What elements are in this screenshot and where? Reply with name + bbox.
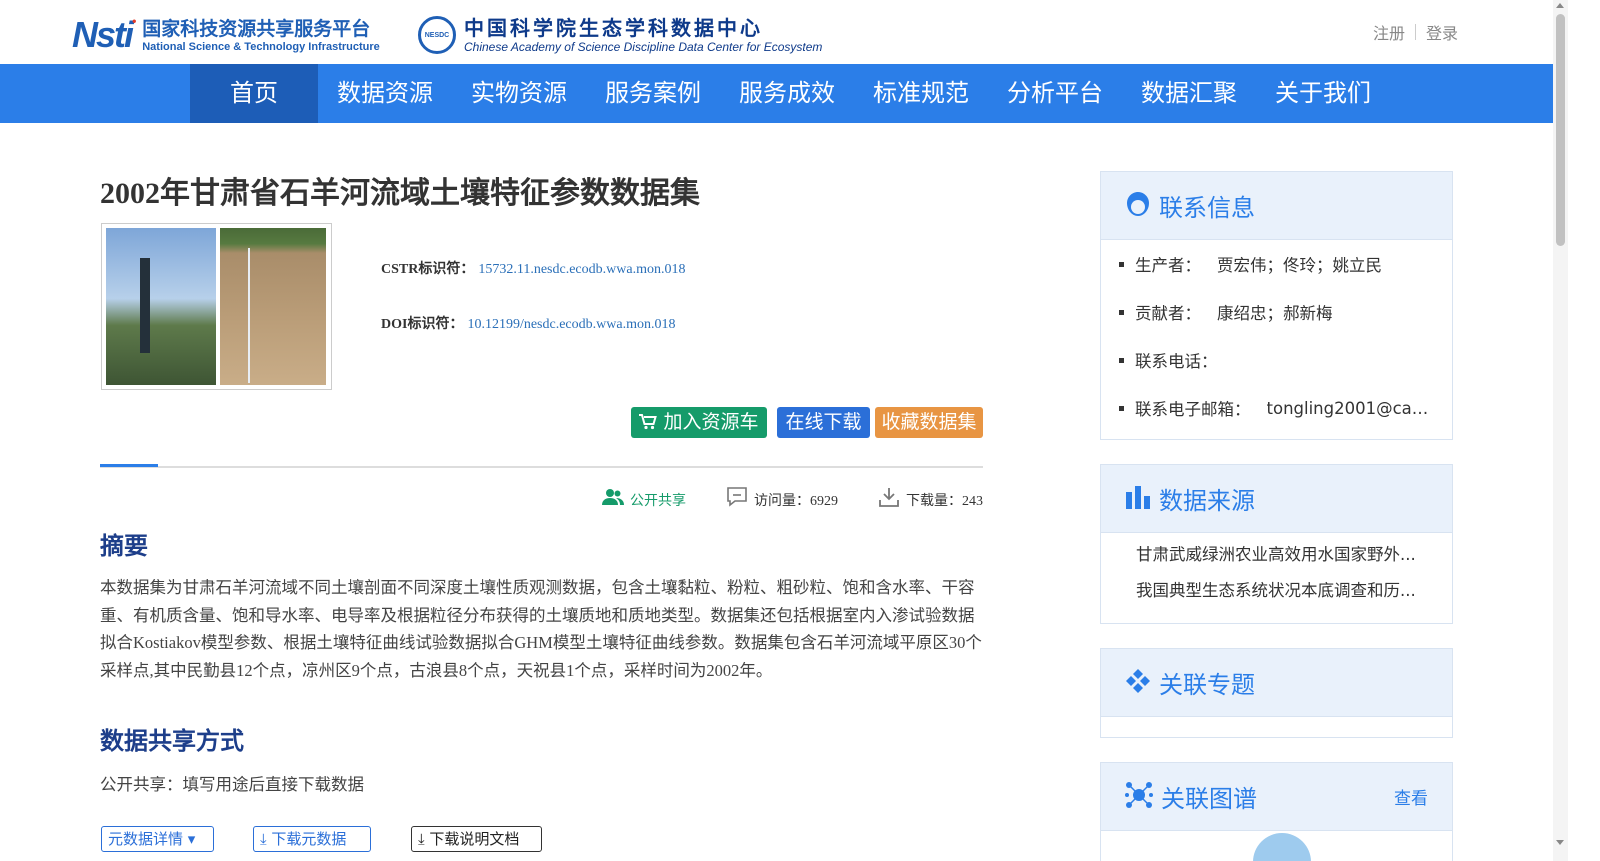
related-graph-panel-header: 关联图谱 查看 [1101, 763, 1452, 831]
tab-divider [100, 464, 983, 468]
nesdc-badge-icon: NESDC [418, 16, 456, 54]
email-value[interactable]: tongling2001@cau.ed... [1267, 399, 1437, 418]
graph-node[interactable] [1253, 833, 1311, 861]
contact-contributor: 贡献者： 康绍忠；郝新梅 [1119, 288, 1436, 336]
nav-item-physical-resources[interactable]: 实物资源 [452, 64, 586, 123]
scrollbar-thumb[interactable] [1556, 14, 1565, 246]
cstr-label: CSTR标识符： [381, 262, 475, 277]
contact-producer: 生产者： 贾宏伟；佟玲；姚立民 [1119, 240, 1436, 288]
login-link[interactable]: 登录 [1426, 20, 1458, 44]
dataset-thumbnail [101, 223, 332, 390]
main-nav: 首页 数据资源 实物资源 服务案例 服务成效 标准规范 分析平台 数据汇聚 关于… [190, 64, 1390, 123]
nsti-logo-cn: 国家科技资源共享服务平台 [142, 18, 371, 40]
cart-icon [639, 411, 663, 433]
doi-link[interactable]: 10.12199/nesdc.ecodb.wwa.mon.018 [467, 317, 675, 332]
contributor-value: 康绍忠；郝新梅 [1217, 304, 1333, 323]
field-photo-instrument [106, 228, 216, 385]
related-topic-panel-header: 关联专题 [1101, 649, 1452, 717]
nav-item-standards[interactable]: 标准规范 [854, 64, 988, 123]
add-to-cart-label: 加入资源车 [663, 411, 759, 433]
nav-item-data-resources[interactable]: 数据资源 [318, 64, 452, 123]
auth-divider [1414, 24, 1416, 40]
metadata-detail-button[interactable]: 元数据详情 ▾ [101, 826, 214, 852]
page-scrollbar[interactable] [1553, 0, 1568, 861]
active-tab-indicator [100, 464, 158, 467]
contact-phone: 联系电话： [1119, 336, 1436, 384]
data-source-item[interactable]: 我国典型生态系统状况本底调查和历... [1136, 573, 1420, 609]
nesdc-logo[interactable]: NESDC 中国科学院生态学科数据中心 Chinese Academy of S… [418, 16, 822, 54]
download-doc-icon: ⤓ [418, 830, 425, 848]
download-doc-button[interactable]: ⤓ 下载说明文档 [411, 826, 542, 852]
contact-panel-header: 联系信息 [1101, 172, 1452, 240]
auth-links: 注册 登录 [1373, 20, 1458, 44]
dataset-title: 2002年甘肃省石羊河流域土壤特征参数数据集 [100, 177, 700, 210]
download-icon [878, 486, 900, 513]
online-download-button[interactable]: 在线下载 [777, 407, 870, 438]
related-topic-panel-title: 关联专题 [1159, 671, 1255, 699]
contact-panel: 联系信息 生产者： 贾宏伟；佟玲；姚立民 贡献者： 康绍忠；郝新梅 联系电话： 联系… [1100, 171, 1453, 440]
share-status-label: 公开共享 [630, 493, 686, 509]
cstr-identifier: CSTR标识符： 15732.11.nesdc.ecodb.wwa.mon.018 [381, 258, 685, 278]
download-metadata-label: 下载元数据 [271, 830, 347, 848]
network-graph-icon [1125, 781, 1153, 813]
view-graph-link[interactable]: 查看 [1394, 784, 1428, 809]
data-source-panel-header: 数据来源 [1101, 465, 1452, 533]
download-metadata-button[interactable]: ⤓ 下载元数据 [253, 826, 371, 852]
nesdc-logo-cn: 中国科学院生态学科数据中心 [464, 16, 763, 40]
data-source-list: 甘肃武威绿洲农业高效用水国家野外... 我国典型生态系统状况本底调查和历... [1101, 533, 1452, 609]
nav-item-service-results[interactable]: 服务成效 [720, 64, 854, 123]
sharing-heading: 数据共享方式 [100, 727, 244, 755]
visit-count: 访问量：6929 [726, 486, 838, 513]
contact-panel-title: 联系信息 [1159, 194, 1255, 222]
download-count-label: 下载量：243 [906, 493, 983, 509]
visit-count-label: 访问量：6929 [754, 493, 838, 509]
scroll-up-icon[interactable] [1556, 3, 1564, 8]
register-link[interactable]: 注册 [1373, 20, 1405, 44]
data-source-panel: 数据来源 甘肃武威绿洲农业高效用水国家野外... 我国典型生态系统状况本底调查和… [1100, 464, 1453, 624]
producer-value: 贾宏伟；佟玲；姚立民 [1217, 256, 1382, 275]
share-status: 公开共享 [602, 488, 686, 511]
comment-icon [726, 486, 748, 513]
nav-item-analysis-platform[interactable]: 分析平台 [988, 64, 1122, 123]
abstract-text: 本数据集为甘肃石羊河流域不同土壤剖面不同深度土壤性质观测数据，包含土壤黏粒、粉粒… [100, 578, 982, 680]
add-to-cart-button[interactable]: 加入资源车 [631, 407, 767, 438]
top-header: Nsti• 国家科技资源共享服务平台 National Science & Te… [0, 0, 1584, 64]
download-doc-label: 下载说明文档 [429, 830, 520, 848]
contact-list: 生产者： 贾宏伟；佟玲；姚立民 贡献者： 康绍忠；郝新梅 联系电话： 联系电子邮箱：… [1101, 240, 1452, 432]
nsti-logo-en: National Science & Technology Infrastruc… [142, 41, 380, 53]
nesdc-logo-en: Chinese Academy of Science Discipline Da… [464, 40, 823, 54]
nav-item-home[interactable]: 首页 [190, 64, 318, 123]
related-topic-panel: 关联专题 [1100, 648, 1453, 738]
bar-chart-icon [1125, 484, 1151, 514]
doi-label: DOI标识符： [381, 317, 464, 332]
nav-item-service-cases[interactable]: 服务案例 [586, 64, 720, 123]
data-source-panel-title: 数据来源 [1159, 487, 1255, 515]
favorite-dataset-button[interactable]: 收藏数据集 [875, 407, 983, 438]
nav-item-about-us[interactable]: 关于我们 [1256, 64, 1390, 123]
download-metadata-icon: ⤓ [260, 830, 267, 848]
nsti-logo[interactable]: Nsti• 国家科技资源共享服务平台 National Science & Te… [72, 14, 380, 56]
caret-down-icon: ▾ [187, 830, 196, 848]
sharing-text: 公开共享：填写用途后直接下载数据 [100, 775, 364, 794]
field-photo-soil-profile [220, 228, 326, 385]
scroll-down-icon[interactable] [1556, 840, 1564, 845]
dataset-stats: 公开共享 访问量：6929 下载量：243 [562, 486, 983, 513]
cstr-link[interactable]: 15732.11.nesdc.ecodb.wwa.mon.018 [478, 262, 685, 277]
download-count: 下载量：243 [878, 486, 983, 513]
topic-diamond-icon [1125, 668, 1151, 698]
metadata-detail-label: 元数据详情 [108, 830, 184, 848]
related-graph-panel: 关联图谱 查看 [1100, 762, 1453, 861]
users-icon [602, 488, 624, 511]
abstract-heading: 摘要 [100, 532, 148, 560]
main-nav-bar: 首页 数据资源 实物资源 服务案例 服务成效 标准规范 分析平台 数据汇聚 关于… [0, 64, 1553, 123]
nav-item-data-aggregation[interactable]: 数据汇聚 [1122, 64, 1256, 123]
doi-identifier: DOI标识符： 10.12199/nesdc.ecodb.wwa.mon.018 [381, 313, 675, 333]
contact-email: 联系电子邮箱：tongling2001@cau.ed... [1119, 384, 1436, 432]
contact-person-icon [1125, 190, 1151, 222]
data-source-item[interactable]: 甘肃武威绿洲农业高效用水国家野外... [1136, 537, 1420, 573]
nsti-logo-mark: Nsti• [72, 14, 136, 55]
related-graph-panel-title: 关联图谱 [1161, 785, 1257, 813]
